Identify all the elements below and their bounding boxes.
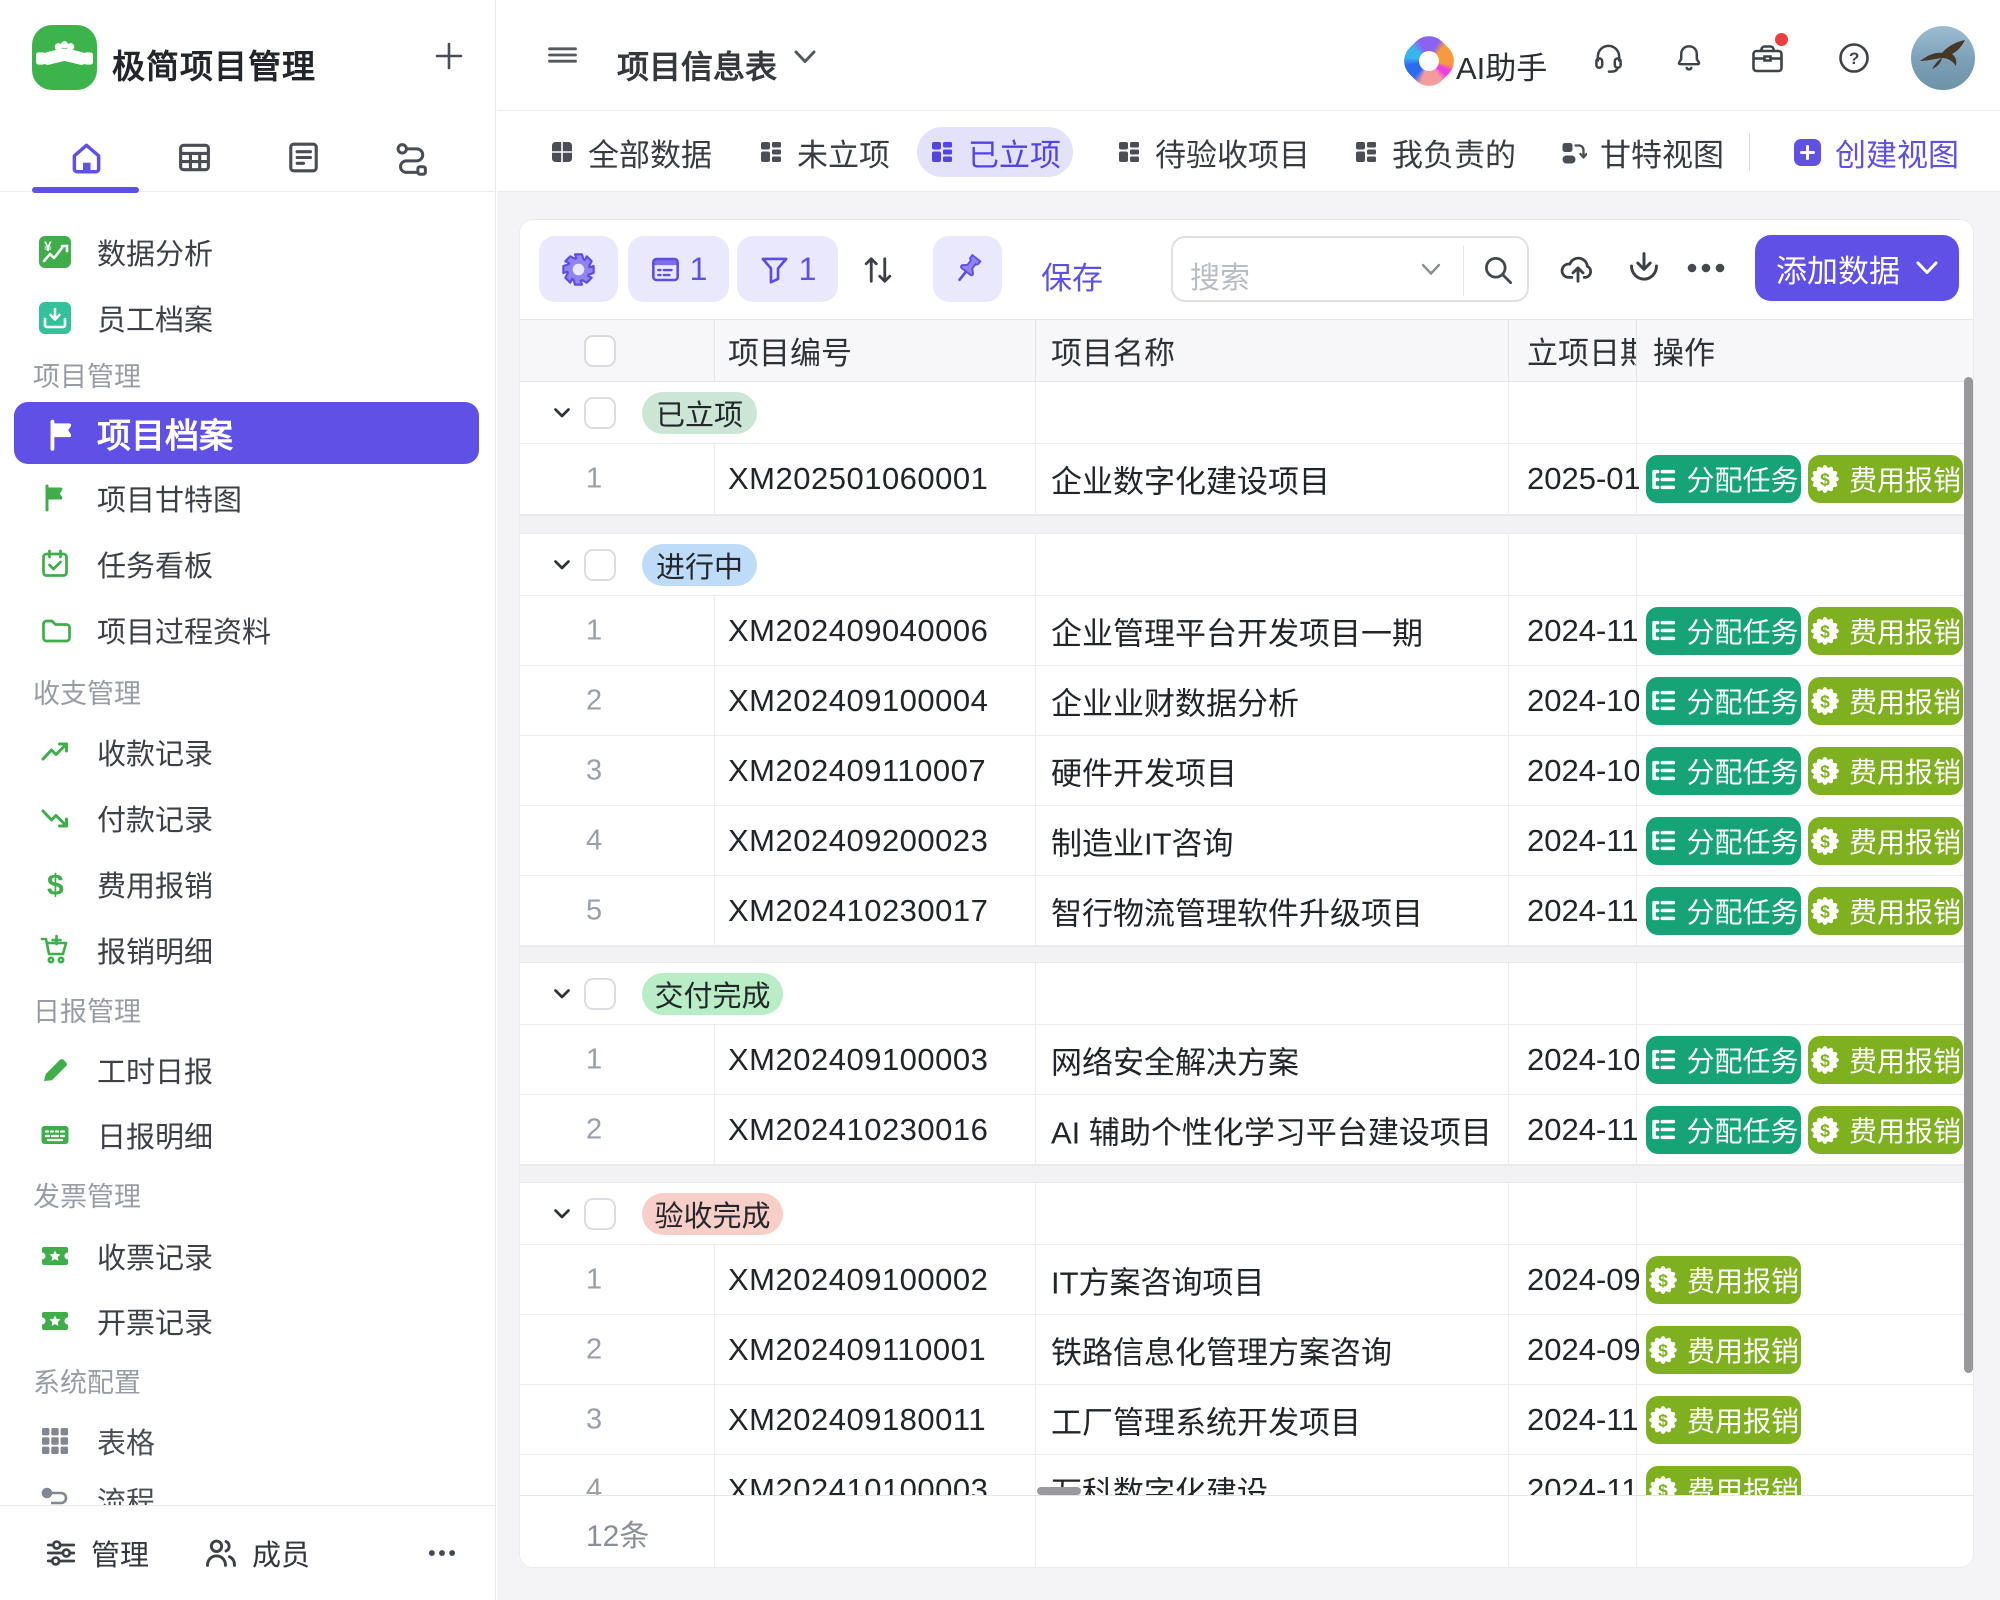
svg-text:$: $ <box>1820 469 1830 489</box>
svg-text:$: $ <box>1820 831 1830 851</box>
svg-text:¥: ¥ <box>44 238 52 254</box>
svg-text:$: $ <box>1658 1340 1668 1360</box>
svg-text:$: $ <box>1820 761 1830 781</box>
svg-text:$: $ <box>1820 1120 1830 1140</box>
svg-text:$: $ <box>1820 1050 1830 1070</box>
svg-text:?: ? <box>1849 49 1859 68</box>
svg-text:$: $ <box>1658 1410 1668 1430</box>
svg-text:$: $ <box>1658 1270 1668 1290</box>
svg-text:$: $ <box>47 869 64 900</box>
svg-text:$: $ <box>1820 621 1830 641</box>
svg-text:$: $ <box>1820 901 1830 921</box>
svg-text:$: $ <box>1820 691 1830 711</box>
